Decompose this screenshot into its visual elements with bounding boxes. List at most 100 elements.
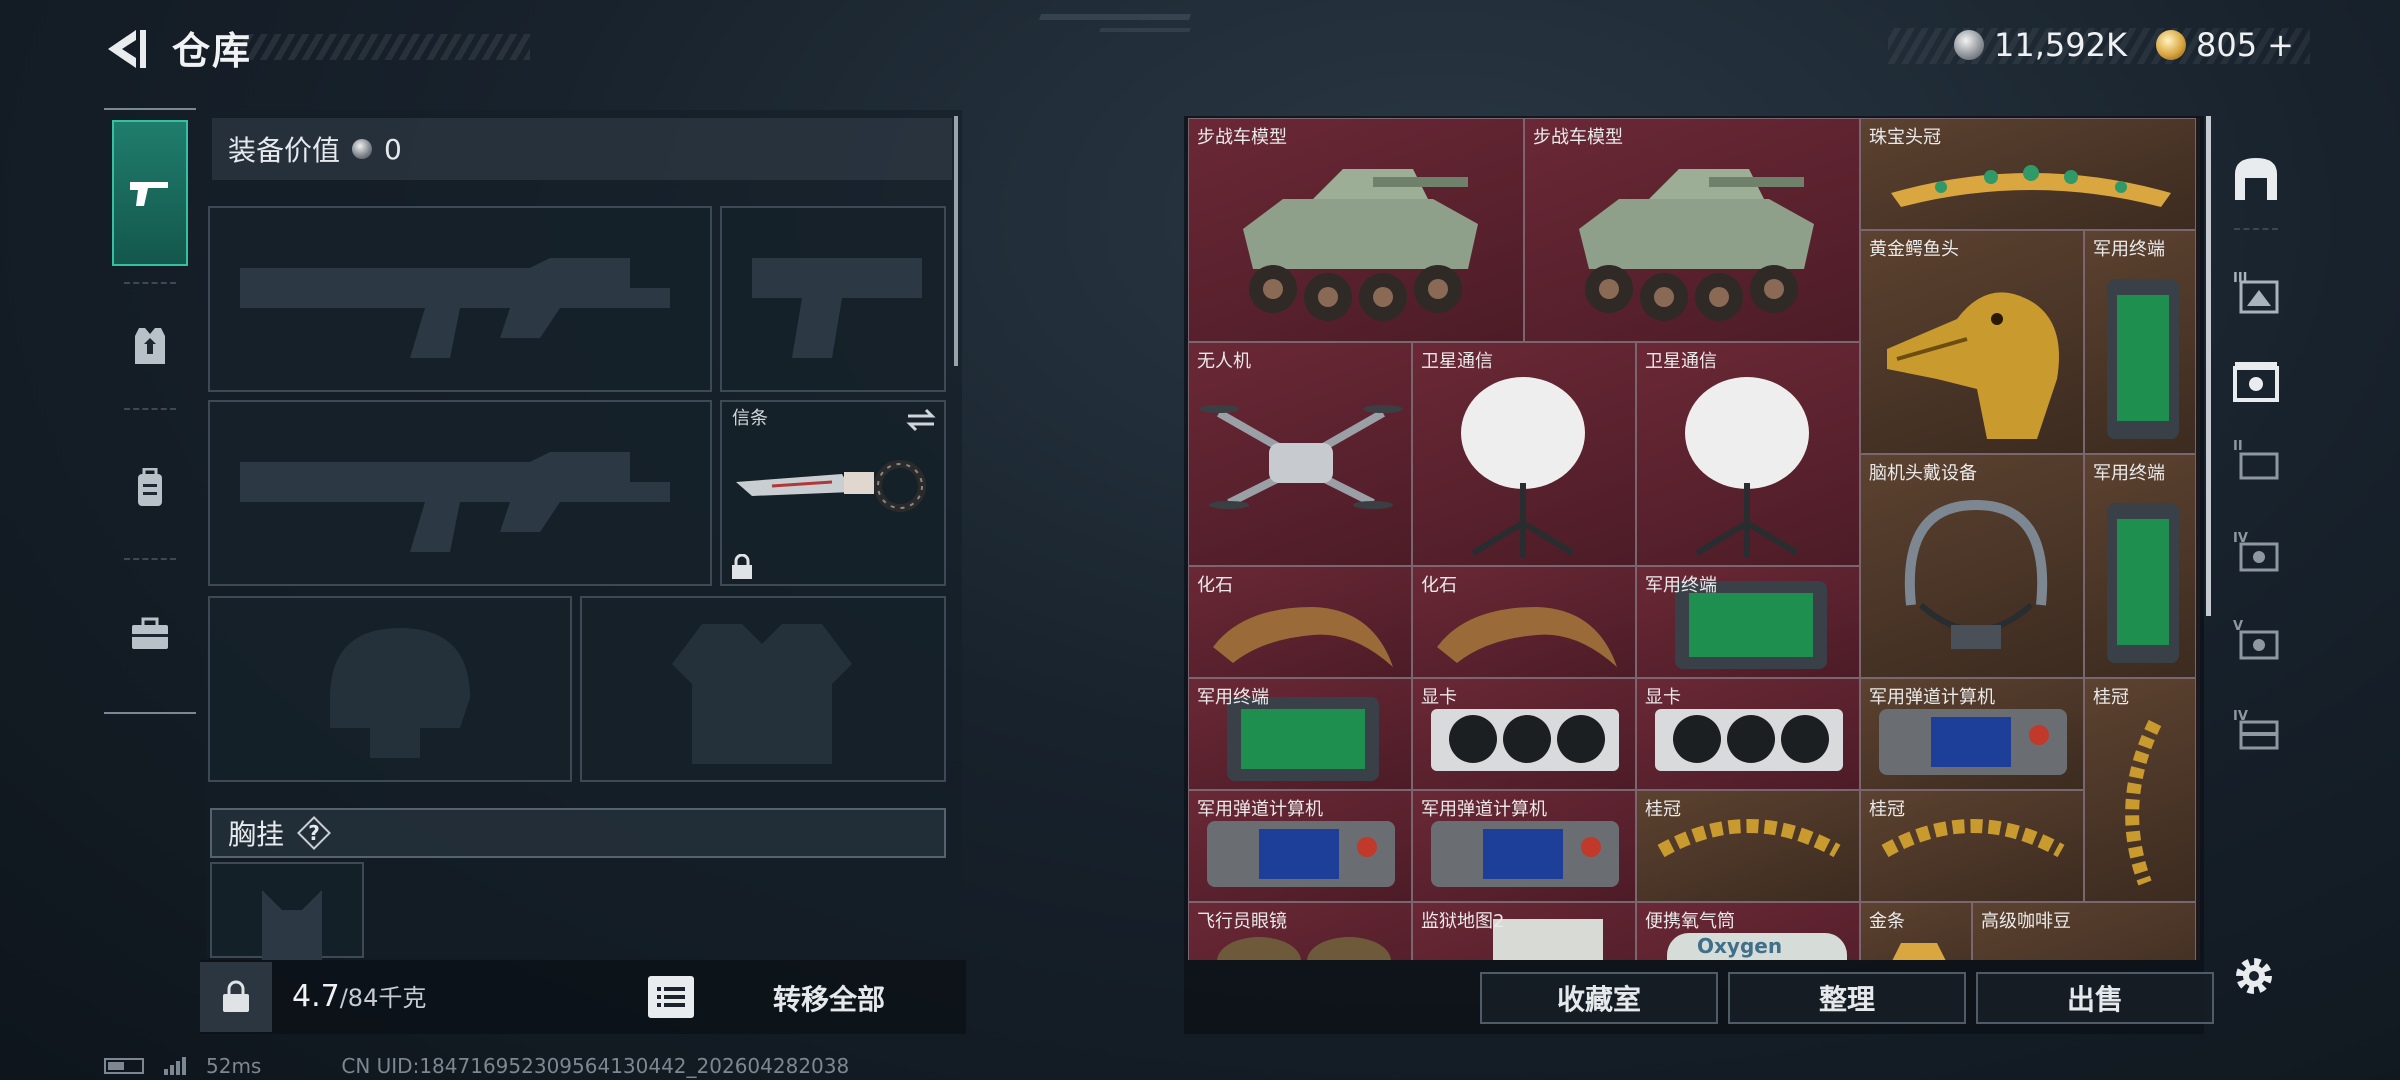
collection-room-button[interactable]: 收藏室: [1480, 972, 1718, 1024]
stash-item[interactable]: 黄金鳄鱼头: [1860, 230, 2084, 454]
silver-coin-icon: [352, 139, 373, 159]
helmet-silhouette-icon: [330, 628, 470, 758]
stash-item[interactable]: 珠宝头冠: [1860, 118, 2196, 230]
item-label: 便携氧气筒: [1645, 911, 1735, 932]
transfer-all-button[interactable]: 转移全部: [718, 976, 940, 1020]
stash-item[interactable]: 步战车模型: [1188, 118, 1524, 342]
briefcase-icon: [132, 617, 168, 649]
weight-lock-button[interactable]: [200, 962, 272, 1032]
stash-item[interactable]: 高级咖啡豆: [1972, 902, 2196, 960]
item-label: 军用弹道计算机: [1869, 687, 1995, 708]
chest-rig-help-button[interactable]: ?: [298, 817, 330, 849]
back-arrow-icon[interactable]: [102, 26, 148, 72]
helmet-slot[interactable]: [208, 596, 572, 782]
organize-button[interactable]: 整理: [1728, 972, 1966, 1024]
uid-text: CN UID:184716952309564130442_20260428203…: [341, 1054, 850, 1078]
ballistic-computer-image: [1879, 709, 2067, 775]
settings-gear-icon[interactable]: [2230, 952, 2278, 1000]
item-label: 军用弹道计算机: [1197, 799, 1323, 820]
stash-item[interactable]: 飞行员眼镜: [1188, 902, 1412, 960]
filter-all[interactable]: [2218, 140, 2294, 216]
stash-item[interactable]: 脑机头戴设备: [1860, 454, 2084, 678]
stash-item[interactable]: 化石: [1412, 566, 1636, 678]
ifv-model-image: [1579, 169, 1814, 321]
ping-value: 52ms: [206, 1054, 262, 1078]
nav-divider: [124, 282, 176, 284]
add-currency-button[interactable]: +: [2267, 26, 2294, 64]
tier-2-stash-icon: II: [2233, 439, 2279, 480]
filter-tier-4[interactable]: IV: [2218, 514, 2294, 590]
tier-4-box-icon: IV: [2233, 709, 2279, 750]
stash-item[interactable]: 金条: [1860, 902, 1972, 960]
rifle-silhouette-icon: [240, 258, 670, 358]
stash-item[interactable]: 军用弹道计算机: [1860, 678, 2084, 790]
stash-item[interactable]: 卫星通信: [1412, 342, 1636, 566]
filter-collection[interactable]: [2218, 344, 2294, 420]
stash-item[interactable]: 卫星通信: [1636, 342, 1860, 566]
loadout-scrollbar[interactable]: [954, 116, 958, 366]
tier-5-stash-icon: V: [2233, 619, 2279, 660]
list-view-button[interactable]: [648, 976, 694, 1018]
stash-item[interactable]: 桂冠: [1860, 790, 2084, 902]
stash-item[interactable]: 显卡: [1412, 678, 1636, 790]
stash-item[interactable]: 军用终端: [2084, 230, 2196, 454]
stash-grid: 步战车模型 步战车模型 珠宝头冠 黄金鳄鱼头 军用终端 无人机 卫星通信 卫星通…: [1188, 118, 2200, 960]
item-label: 化石: [1197, 575, 1233, 596]
stash-item[interactable]: 监狱地图2: [1412, 902, 1636, 960]
armor-silhouette-icon: [672, 624, 852, 764]
nav-case[interactable]: [104, 594, 196, 674]
secondary-weapon-slot[interactable]: [208, 400, 712, 586]
stash-scrollbar[interactable]: [2206, 116, 2211, 616]
equipment-value: 0: [384, 132, 402, 166]
gold-bar-image: [1892, 943, 1946, 960]
item-label: 桂冠: [1645, 799, 1681, 820]
title-decoration: [240, 34, 530, 60]
nav-armor[interactable]: [104, 306, 196, 386]
item-label: 飞行员眼镜: [1197, 911, 1287, 932]
stash-item[interactable]: 军用终端: [1188, 678, 1412, 790]
chest-rig-label: 胸挂: [228, 818, 285, 851]
filter-tier-5[interactable]: V: [2218, 602, 2294, 678]
melee-item-label: 信条: [732, 408, 768, 429]
currency-silver[interactable]: 11,592K: [1954, 26, 2127, 64]
item-label: 监狱地图2: [1421, 911, 1505, 932]
melee-slot[interactable]: 信条: [720, 400, 946, 586]
stash-item[interactable]: 显卡: [1636, 678, 1860, 790]
stash-item[interactable]: 军用弹道计算机: [1412, 790, 1636, 902]
stash-item[interactable]: 军用终端: [1636, 566, 1860, 678]
ballistic-computer-image: [1207, 821, 1395, 887]
item-label: 显卡: [1645, 687, 1681, 708]
filter-tier-4b[interactable]: IV: [2218, 692, 2294, 768]
filter-tier-2[interactable]: II: [2218, 422, 2294, 498]
filter-tier-3[interactable]: III: [2218, 254, 2294, 330]
swap-icon[interactable]: [906, 408, 936, 432]
laurel-wreath-image: [2125, 719, 2162, 886]
gold-coin-icon: [2156, 30, 2186, 60]
background-streak: [1099, 28, 1191, 32]
pistol-slot[interactable]: [720, 206, 946, 392]
lock-icon: [732, 554, 752, 579]
battery-icon: [104, 1058, 144, 1074]
tier-3-stash-icon: III: [2233, 271, 2279, 314]
item-label: 军用终端: [1197, 687, 1269, 708]
stash-item[interactable]: 军用弹道计算机: [1188, 790, 1412, 902]
stash-item[interactable]: 便携氧气筒 Oxygen: [1636, 902, 1860, 960]
pistol-icon: [130, 182, 168, 206]
stash-item[interactable]: 桂冠: [1636, 790, 1860, 902]
body-armor-slot[interactable]: [580, 596, 946, 782]
stash-item[interactable]: 无人机: [1188, 342, 1412, 566]
graphics-card-image: [1655, 709, 1843, 771]
sell-button[interactable]: 出售: [1976, 972, 2214, 1024]
stash-item[interactable]: 化石: [1188, 566, 1412, 678]
list-icon: [657, 987, 685, 1007]
nav-weapons[interactable]: [112, 120, 188, 266]
stash-item[interactable]: 桂冠: [2084, 678, 2196, 902]
chest-rig-slot[interactable]: [210, 862, 364, 960]
nav-backpack[interactable]: [104, 448, 196, 528]
currency-gold[interactable]: 805 +: [2156, 26, 2294, 64]
stash-item[interactable]: 步战车模型: [1524, 118, 1860, 342]
weight-lock-icon: [223, 980, 249, 1012]
item-label: 珠宝头冠: [1869, 127, 1941, 148]
stash-item[interactable]: 军用终端: [2084, 454, 2196, 678]
primary-weapon-slot[interactable]: [208, 206, 712, 392]
